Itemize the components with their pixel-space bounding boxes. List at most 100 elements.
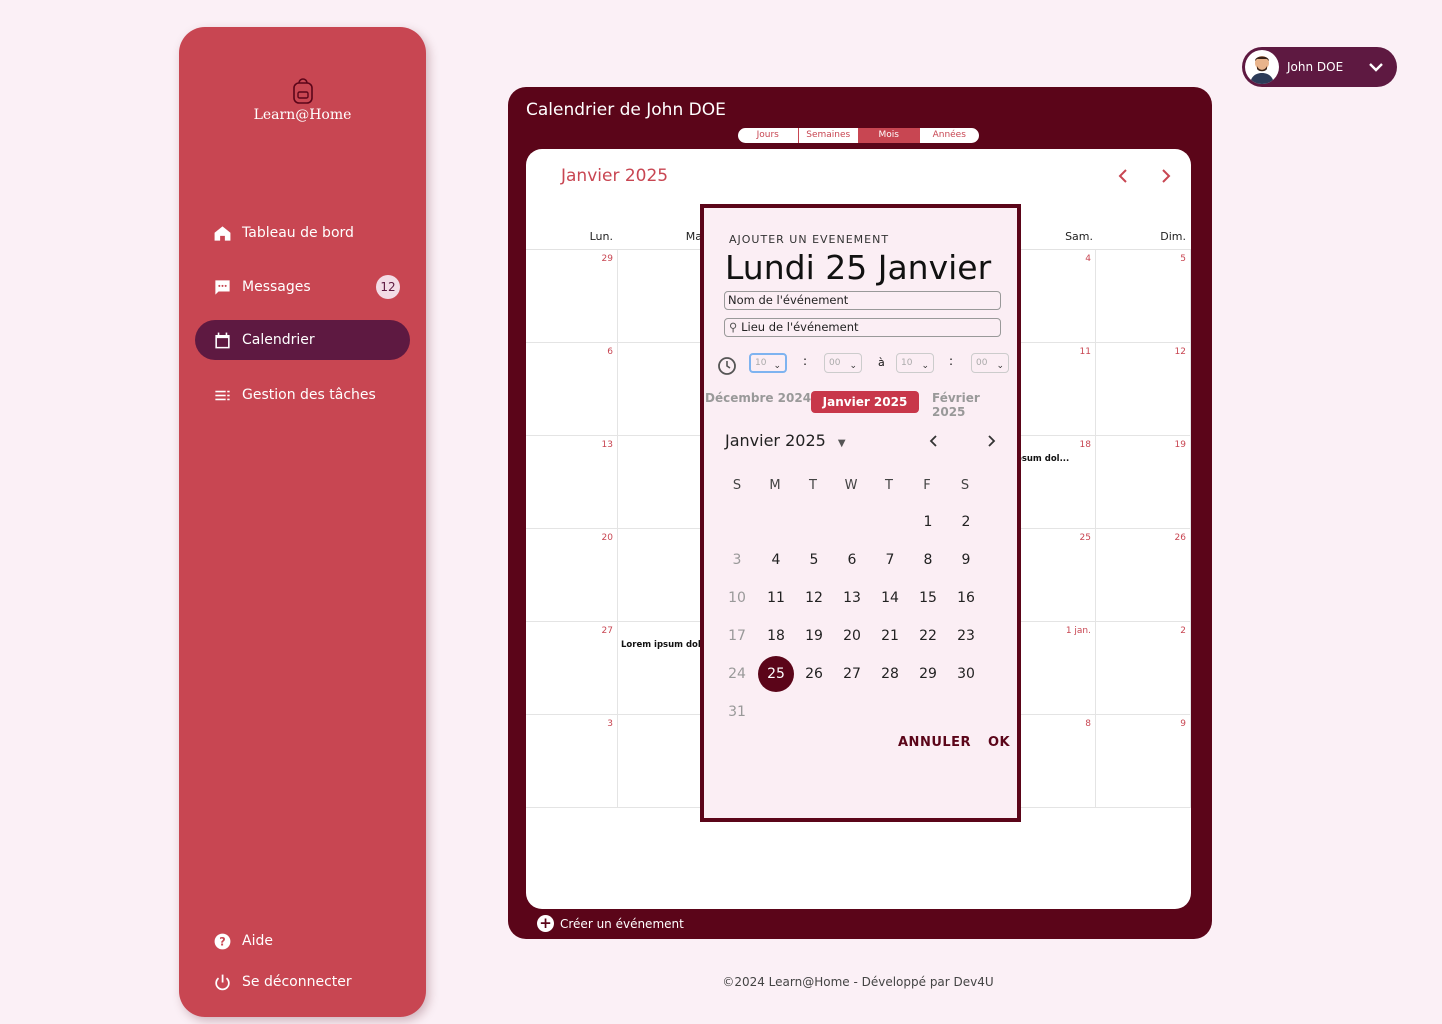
picker-day[interactable]: 11 bbox=[758, 580, 794, 616]
picker-month-select[interactable]: Janvier 2025 ▼ bbox=[725, 431, 846, 450]
picker-day[interactable]: 16 bbox=[948, 580, 984, 616]
day-number: 12 bbox=[1174, 347, 1186, 357]
chevron-down-icon: ⌄ bbox=[921, 361, 929, 371]
picker-day[interactable]: 15 bbox=[910, 580, 946, 616]
day-cell[interactable]: 6 bbox=[526, 343, 618, 436]
day-cell[interactable]: 2 bbox=[1096, 622, 1191, 715]
tab-month[interactable]: Mois bbox=[859, 128, 920, 143]
start-hour-select[interactable]: 10 ⌄ bbox=[749, 353, 787, 373]
sidebar-item-tasks[interactable]: Gestion des tâches bbox=[195, 375, 410, 415]
month-current-pill[interactable]: Janvier 2025 bbox=[811, 391, 919, 413]
dialog-label: AJOUTER UN EVENEMENT bbox=[729, 233, 890, 246]
picker-day[interactable]: 25 bbox=[758, 656, 794, 692]
day-cell[interactable]: 12 bbox=[1096, 343, 1191, 436]
month-label: Janvier 2025 bbox=[561, 166, 669, 186]
picker-day[interactable]: 13 bbox=[834, 580, 870, 616]
sidebar-item-calendar[interactable]: Calendrier bbox=[195, 320, 410, 360]
day-number: 18 bbox=[1079, 440, 1091, 450]
sidebar-item-messages[interactable]: Messages 12 bbox=[195, 267, 410, 307]
chevron-down-icon: ⌄ bbox=[773, 361, 781, 371]
add-event-dialog: AJOUTER UN EVENEMENT Lundi 25 Janvier No… bbox=[700, 204, 1021, 822]
event-chip[interactable]: Lorem ipsum dol... bbox=[621, 640, 710, 650]
day-cell[interactable] bbox=[617, 343, 707, 436]
day-cell[interactable]: 29 bbox=[526, 250, 618, 343]
chevron-right-icon[interactable] bbox=[984, 434, 998, 448]
logo[interactable]: Learn@Home bbox=[179, 77, 426, 123]
picker-day[interactable]: 8 bbox=[910, 542, 946, 578]
start-minute-select[interactable]: 00 ⌄ bbox=[824, 353, 862, 373]
clock-icon bbox=[718, 357, 736, 375]
picker-day[interactable]: 29 bbox=[910, 656, 946, 692]
picker-day[interactable]: 14 bbox=[872, 580, 908, 616]
end-minute-value: 00 bbox=[976, 358, 988, 368]
user-menu[interactable]: John DOE bbox=[1242, 47, 1397, 87]
picker-day[interactable]: 20 bbox=[834, 618, 870, 654]
day-cell[interactable]: 27 bbox=[526, 622, 618, 715]
end-hour-select[interactable]: 10 ⌄ bbox=[896, 353, 934, 373]
day-cell[interactable] bbox=[617, 250, 707, 343]
help-icon: ? bbox=[214, 933, 231, 949]
picker-day[interactable]: 21 bbox=[872, 618, 908, 654]
sidebar-item-dashboard[interactable]: Tableau de bord bbox=[195, 213, 410, 253]
picker-day[interactable]: 3 bbox=[719, 542, 755, 578]
chevron-left-icon[interactable] bbox=[1115, 167, 1133, 185]
event-location-input[interactable]: ⚲ Lieu de l'événement bbox=[724, 318, 1001, 337]
chevron-down-icon[interactable] bbox=[1367, 58, 1385, 76]
picker-day[interactable]: 27 bbox=[834, 656, 870, 692]
weekday-header: Dim. bbox=[1160, 230, 1186, 243]
day-cell[interactable]: 26 bbox=[1096, 529, 1191, 622]
day-cell[interactable]: 3 bbox=[526, 715, 618, 808]
chevron-left-icon[interactable] bbox=[927, 434, 941, 448]
day-cell[interactable]: 19 bbox=[1096, 436, 1191, 529]
event-name-input[interactable]: Nom de l'événement bbox=[724, 291, 1001, 310]
day-cell[interactable] bbox=[617, 715, 707, 808]
picker-day[interactable]: 2 bbox=[948, 504, 984, 540]
picker-day[interactable]: 26 bbox=[796, 656, 832, 692]
tab-years[interactable]: Années bbox=[920, 128, 980, 143]
chevron-right-icon[interactable] bbox=[1156, 167, 1174, 185]
picker-day[interactable]: 18 bbox=[758, 618, 794, 654]
ok-button[interactable]: OK bbox=[988, 735, 1010, 750]
picker-weekday: T bbox=[809, 478, 817, 493]
picker-day[interactable]: 28 bbox=[872, 656, 908, 692]
picker-weekday: S bbox=[960, 478, 970, 493]
day-cell[interactable]: Lorem ipsum dol... bbox=[617, 622, 710, 715]
end-minute-select[interactable]: 00 ⌄ bbox=[971, 353, 1009, 373]
day-cell[interactable] bbox=[617, 529, 707, 622]
picker-day[interactable]: 24 bbox=[719, 656, 755, 692]
picker-day[interactable]: 6 bbox=[834, 542, 870, 578]
sidebar-item-help[interactable]: ? Aide bbox=[195, 921, 410, 961]
day-cell[interactable] bbox=[617, 436, 707, 529]
picker-day[interactable]: 7 bbox=[872, 542, 908, 578]
picker-day[interactable]: 9 bbox=[948, 542, 984, 578]
picker-day[interactable]: 12 bbox=[796, 580, 832, 616]
day-cell[interactable]: 5 bbox=[1096, 250, 1191, 343]
picker-day[interactable]: 4 bbox=[758, 542, 794, 578]
day-number: 27 bbox=[601, 626, 613, 636]
day-cell[interactable]: 20 bbox=[526, 529, 618, 622]
picker-day[interactable]: 30 bbox=[948, 656, 984, 692]
plus-icon: + bbox=[537, 915, 554, 932]
dialog-title: Lundi 25 Janvier bbox=[725, 248, 992, 287]
day-cell[interactable]: 13 bbox=[526, 436, 618, 529]
picker-day[interactable]: 31 bbox=[719, 694, 755, 730]
tab-days[interactable]: Jours bbox=[738, 128, 799, 143]
picker-day[interactable]: 5 bbox=[796, 542, 832, 578]
create-event-button[interactable]: + Créer un événement bbox=[537, 915, 684, 932]
sidebar-item-label: Gestion des tâches bbox=[242, 387, 376, 403]
picker-day[interactable]: 17 bbox=[719, 618, 755, 654]
picker-day[interactable]: 22 bbox=[910, 618, 946, 654]
month-prev-pill[interactable]: Décembre 2024 bbox=[705, 391, 811, 405]
cancel-button[interactable]: ANNULER bbox=[898, 735, 971, 750]
month-next-pill[interactable]: Février 2025 bbox=[932, 391, 1017, 419]
picker-day[interactable]: 10 bbox=[719, 580, 755, 616]
messages-count-badge: 12 bbox=[376, 275, 400, 299]
sidebar-item-label: Aide bbox=[242, 933, 273, 949]
day-cell[interactable]: 9 bbox=[1096, 715, 1191, 808]
tab-weeks[interactable]: Semaines bbox=[799, 128, 859, 143]
picker-day[interactable]: 19 bbox=[796, 618, 832, 654]
tasks-icon bbox=[215, 390, 230, 400]
picker-day[interactable]: 23 bbox=[948, 618, 984, 654]
picker-day[interactable]: 1 bbox=[910, 504, 946, 540]
picker-weekday: T bbox=[885, 478, 893, 493]
